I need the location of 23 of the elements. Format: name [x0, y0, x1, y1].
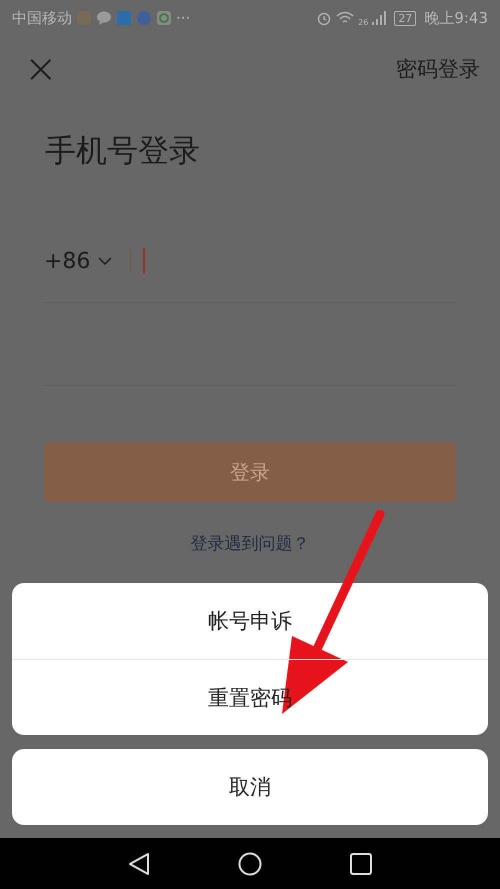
- chat-bubble-icon: [96, 10, 112, 26]
- more-notifications: ···: [176, 9, 190, 27]
- network-type: 26: [358, 18, 368, 26]
- password-login-link[interactable]: 密码登录: [396, 55, 480, 83]
- clock-time: 晚上9:43: [424, 8, 488, 28]
- signal-icon: [372, 10, 386, 26]
- home-icon: [238, 852, 262, 876]
- carrier-name: 中国移动: [12, 8, 72, 28]
- alarm-icon: [316, 10, 332, 26]
- app-icon: [156, 10, 172, 26]
- recent-apps-icon: [350, 852, 372, 874]
- back-icon: [128, 852, 150, 876]
- app-icon: [136, 10, 152, 26]
- help-link[interactable]: 登录遇到问题？: [190, 532, 310, 555]
- page-title: 手机号登录: [44, 132, 201, 171]
- action-sheet-option[interactable]: 帐号申诉: [12, 583, 488, 659]
- app-icon: [116, 10, 132, 26]
- country-code[interactable]: +86: [44, 248, 90, 274]
- cancel-button[interactable]: 取消: [12, 749, 488, 825]
- close-button[interactable]: ×: [24, 49, 58, 89]
- battery-level: 27: [394, 10, 416, 26]
- text-cursor: [143, 248, 146, 274]
- chevron-down-icon: [98, 256, 112, 266]
